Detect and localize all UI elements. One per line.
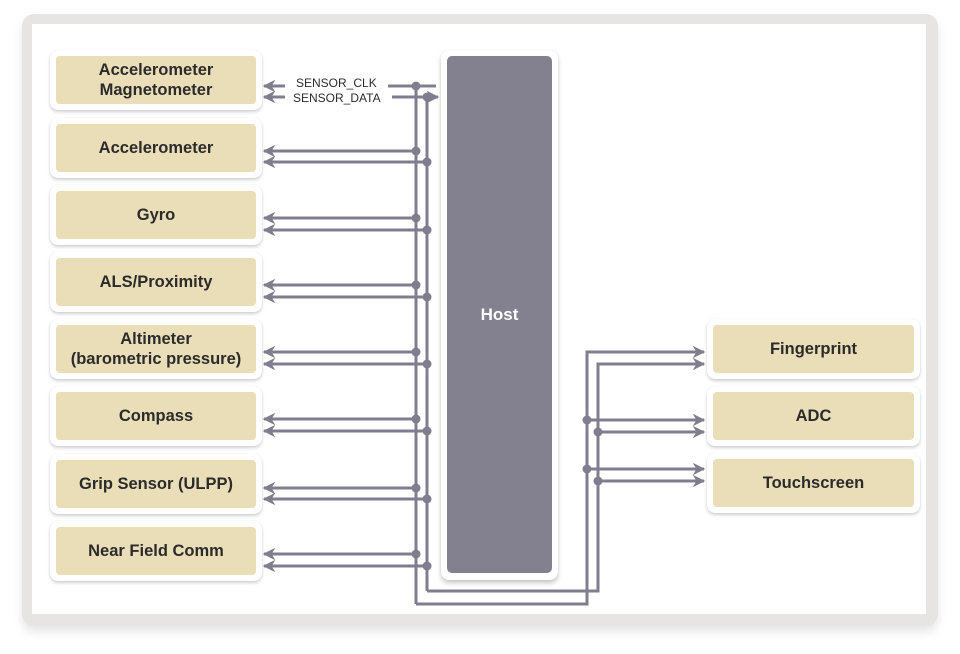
data-junction-dot: [422, 561, 432, 571]
wiring-layer: [262, 79, 706, 606]
data-junction-dot: [422, 494, 432, 504]
data-junction-dot: [593, 476, 603, 486]
data-junction-dot: [422, 225, 432, 235]
data-bus-route-right: [427, 362, 704, 593]
clk-junction-dot: [582, 464, 592, 474]
data-junction-dot: [422, 426, 432, 436]
clk-junction-dot: [411, 549, 421, 559]
clk-junction-dot: [411, 280, 421, 290]
data-junction-dot: [422, 359, 432, 369]
clk-junction-dot: [411, 414, 421, 424]
data-junction-dot: [422, 92, 432, 102]
data-junction-dot: [593, 427, 603, 437]
clk-junction-dot: [411, 213, 421, 223]
clk-junction-dot: [411, 146, 421, 156]
clk-junction-dot: [411, 347, 421, 357]
clk-junction-dot: [582, 415, 592, 425]
clk-junction-dot: [411, 483, 421, 493]
data-junction-dot: [422, 157, 432, 167]
data-junction-dot: [422, 292, 432, 302]
clk-junction-dot: [411, 81, 421, 91]
clk-bus-route-right: [416, 350, 704, 606]
